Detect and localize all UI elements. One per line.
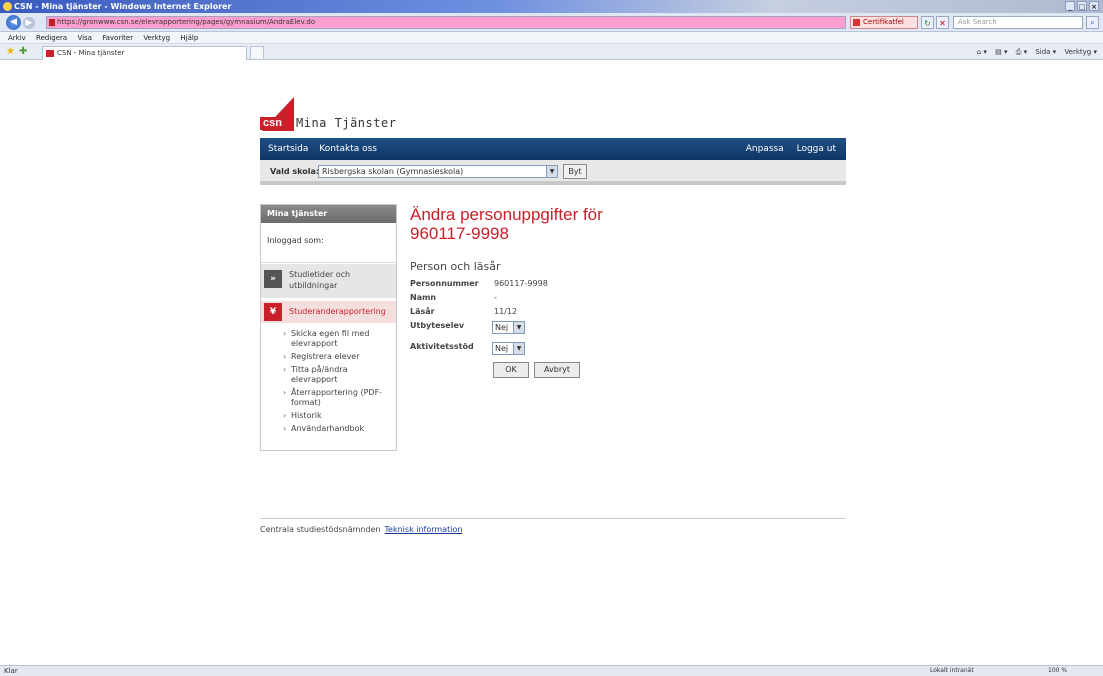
footer-link-teknisk-information[interactable]: Teknisk information: [385, 525, 463, 534]
submenu-skicka-fil[interactable]: Skicka egen fil med elevrapport: [283, 329, 396, 349]
menu-hjalp[interactable]: Hjälp: [180, 34, 198, 42]
search-icon[interactable]: ⌕: [1086, 16, 1099, 29]
window-title: CSN - Mina tjänster - Windows Internet E…: [14, 2, 232, 11]
search-input[interactable]: Ask Search: [953, 16, 1083, 29]
url-input[interactable]: https://gronwww.csn.se/elevrapportering/…: [46, 16, 846, 29]
status-bar: Klar Lokalt intranät 100 %: [0, 665, 1103, 676]
stop-icon[interactable]: ✕: [936, 16, 949, 29]
logo-mark: csn: [260, 117, 285, 130]
byt-button[interactable]: Byt: [563, 164, 587, 179]
feeds-icon[interactable]: ▤ ▾: [995, 48, 1007, 56]
refresh-icon[interactable]: ↻: [921, 16, 934, 29]
chevron-down-icon[interactable]: ▼: [546, 166, 557, 177]
field-namn: Namn -: [410, 293, 497, 302]
back-arrow-icon[interactable]: ◀: [6, 15, 21, 30]
submenu-titta-andra[interactable]: Titta på/ändra elevrapport: [283, 365, 396, 385]
submenu-aterrapportering[interactable]: Återrapportering (PDF-format): [283, 388, 396, 408]
window-titlebar: CSN - Mina tjänster - Windows Internet E…: [0, 0, 1103, 13]
security-zone: Lokalt intranät: [930, 667, 974, 674]
double-chevron-right-icon: »: [264, 270, 282, 288]
page-viewport: csn Mina Tjänster Startsida Kontakta oss…: [0, 61, 1103, 665]
footer: Centrala studiestödsnämnden Teknisk infor…: [260, 518, 846, 534]
new-tab-button[interactable]: [250, 46, 264, 60]
field-aktivitetsstod: Aktivitetsstöd Nej ▼: [410, 342, 840, 359]
tab-csn[interactable]: CSN - Mina tjänster: [42, 46, 247, 60]
submenu-anvandarhandbok[interactable]: Användarhandbok: [283, 424, 396, 434]
aktivitetsstod-select[interactable]: Nej ▼: [492, 342, 525, 355]
close-icon[interactable]: ×: [1089, 1, 1099, 11]
footer-org: Centrala studiestödsnämnden: [260, 525, 381, 534]
logged-in-label: Inloggad som:: [261, 223, 396, 263]
field-utbyteselev: Utbyteselev Nej ▼: [410, 321, 840, 338]
shield-icon: [853, 19, 860, 26]
sidebar-item-studeranderapportering[interactable]: ¥ Studeranderapportering: [261, 301, 396, 323]
field-lasar: Läsår 11/12: [410, 307, 518, 316]
menu-visa[interactable]: Visa: [77, 34, 92, 42]
section-title: Person och läsår: [410, 260, 501, 273]
nav-anpassa[interactable]: Anpassa: [746, 144, 784, 154]
school-label: Vald skola:: [270, 167, 320, 176]
command-page[interactable]: Sida ▾: [1035, 48, 1056, 56]
school-selector-bar: Vald skola: Risbergska skolan (Gymnasies…: [260, 160, 846, 185]
zoom-level[interactable]: 100 %: [1048, 667, 1067, 675]
csn-logo[interactable]: csn Mina Tjänster: [260, 97, 460, 137]
command-bar: ⌂ ▾ ▤ ▾ ⎙ ▾ Sida ▾ Verktyg ▾: [971, 46, 1097, 58]
menu-redigera[interactable]: Redigera: [36, 34, 67, 42]
main-content: Ändra personuppgifter för 960117-9998 Pe…: [410, 205, 840, 384]
ok-button[interactable]: OK: [493, 362, 529, 378]
menu-favoriter[interactable]: Favoriter: [102, 34, 133, 42]
maximize-icon[interactable]: □: [1077, 1, 1087, 11]
sidebar-title: Mina tjänster: [261, 205, 396, 223]
submenu-registrera-elever[interactable]: Registrera elever: [283, 352, 396, 362]
nav-startsida[interactable]: Startsida: [268, 144, 308, 154]
status-text: Klar: [4, 667, 18, 675]
address-bar: ◀ ▶ https://gronwww.csn.se/elevrapporter…: [0, 13, 1103, 32]
favorites-star-icon[interactable]: ★: [6, 46, 15, 58]
command-tools[interactable]: Verktyg ▾: [1064, 48, 1097, 56]
sidebar-submenu: Skicka egen fil med elevrapport Registre…: [261, 323, 396, 434]
double-chevron-down-icon: ¥: [264, 303, 282, 321]
cancel-button[interactable]: Avbryt: [534, 362, 580, 378]
chevron-down-icon[interactable]: ▼: [513, 343, 524, 354]
ie-icon: [3, 2, 12, 11]
school-select[interactable]: Risbergska skolan (Gymnasieskola) ▼: [318, 165, 558, 178]
menu-arkiv[interactable]: Arkiv: [8, 34, 26, 42]
minimize-icon[interactable]: _: [1065, 1, 1075, 11]
add-favorite-icon[interactable]: ✚: [19, 46, 27, 58]
home-icon[interactable]: ⌂ ▾: [977, 48, 987, 56]
forward-arrow-icon[interactable]: ▶: [23, 17, 35, 29]
logo-text: Mina Tjänster: [296, 116, 397, 130]
certificate-error-button[interactable]: Certifikatfel: [850, 16, 918, 29]
nav-kontakta-oss[interactable]: Kontakta oss: [319, 144, 377, 154]
nav-logga-ut[interactable]: Logga ut: [797, 144, 836, 154]
menu-verktyg[interactable]: Verktyg: [143, 34, 170, 42]
print-icon[interactable]: ⎙ ▾: [1016, 48, 1027, 56]
field-personnummer: Personnummer 960117-9998: [410, 279, 548, 288]
utbyteselev-select[interactable]: Nej ▼: [492, 321, 525, 334]
submenu-historik[interactable]: Historik: [283, 411, 396, 421]
tab-bar: ★ ✚ CSN - Mina tjänster ⌂ ▾ ▤ ▾ ⎙ ▾ Sida…: [0, 44, 1103, 60]
form-buttons: OK Avbryt: [410, 362, 840, 384]
chevron-down-icon[interactable]: ▼: [513, 322, 524, 333]
sidebar-item-studietider[interactable]: » Studietider och utbildningar: [261, 264, 396, 298]
sidebar: Mina tjänster Inloggad som: » Studietide…: [260, 204, 397, 451]
window-controls: _ □ ×: [1065, 1, 1099, 11]
site-icon: [49, 19, 55, 26]
top-navigation: Startsida Kontakta oss Anpassa Logga ut: [260, 138, 846, 160]
csn-favicon-icon: [46, 50, 54, 57]
menu-bar: Arkiv Redigera Visa Favoriter Verktyg Hj…: [0, 32, 1103, 44]
page-title: Ändra personuppgifter för 960117-9998: [410, 205, 603, 243]
